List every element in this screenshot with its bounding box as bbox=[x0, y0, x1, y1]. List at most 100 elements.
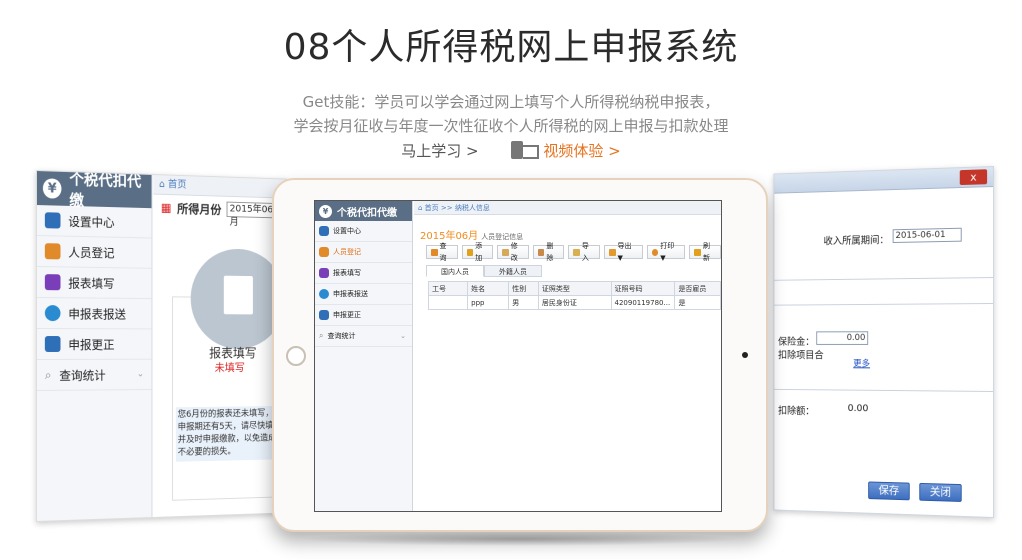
button-label: 修改 bbox=[510, 242, 518, 262]
sidebar-item-correct[interactable]: 申报更正 bbox=[315, 305, 412, 326]
video-link-label: 视频体验 > bbox=[543, 142, 621, 160]
search-icon bbox=[431, 248, 438, 256]
month-label: 所得月份 bbox=[177, 201, 222, 217]
left-app-screenshot: ¥ 个税代扣代缴 设置中心 人员登记 报表填写 申报表报送 申报更正 ⌕ 查询统计 ⌄… bbox=[36, 170, 287, 522]
report-form-icon bbox=[190, 248, 286, 349]
column-header[interactable]: 证照号码 bbox=[610, 281, 676, 296]
import-button[interactable]: 导入 bbox=[568, 242, 600, 262]
divider bbox=[774, 276, 994, 281]
action-links: 马上学习 > 视频体验 > bbox=[0, 140, 1022, 161]
column-header[interactable]: 是否雇员 bbox=[674, 281, 721, 296]
period-label: 收入所属期间： bbox=[823, 235, 889, 248]
app-brand: ¥ 个税代扣代缴 bbox=[36, 170, 152, 209]
sidebar-item-people[interactable]: 人员登记 bbox=[315, 242, 412, 263]
camera-dot bbox=[742, 352, 748, 358]
table-cell: 居民身份证 bbox=[537, 295, 612, 310]
personnel-table: 工号 姓名 性别 证照类型 证照号码 是否雇员 ppp 男 居民身份证 4209… bbox=[427, 281, 721, 310]
column-header[interactable]: 证照类型 bbox=[537, 281, 612, 296]
period-input[interactable]: 2015-06-01 bbox=[892, 227, 962, 244]
column-header[interactable]: 性别 bbox=[508, 281, 539, 296]
sidebar-item-query[interactable]: ⌕ 查询统计 ⌄ bbox=[315, 326, 412, 347]
button-label: 导入 bbox=[581, 242, 589, 262]
export-icon bbox=[608, 248, 616, 256]
sidebar-item-people[interactable]: 人员登记 bbox=[36, 236, 152, 269]
table-cell: 42090119780... bbox=[610, 295, 676, 310]
add-button[interactable]: 添加 bbox=[461, 242, 494, 262]
close-icon[interactable]: x bbox=[959, 169, 988, 186]
print-icon bbox=[651, 248, 659, 256]
import-icon bbox=[573, 248, 580, 256]
yen-icon: ¥ bbox=[319, 204, 332, 218]
button-label: 删除 bbox=[546, 242, 554, 262]
home-button bbox=[286, 346, 306, 366]
people-icon bbox=[319, 247, 329, 257]
sidebar-item-report[interactable]: 报表填写 bbox=[36, 267, 152, 300]
left-sidebar: ¥ 个税代扣代缴 设置中心 人员登记 报表填写 申报表报送 申报更正 ⌕ 查询统计 ⌄ bbox=[36, 170, 153, 521]
button-label: 打印 ▼ bbox=[660, 242, 675, 262]
divider bbox=[774, 388, 994, 393]
screen-main: ⌂ 首页 >> 纳税人信息 2015年06月 人员登记信息 查询 添加 修改 删除… bbox=[414, 201, 721, 511]
tablet-screen: ¥ 个税代扣代缴 设置中心 人员登记 报表填写 申报表报送 申报更正 ⌕ 查询统计 ⌄… bbox=[314, 200, 722, 512]
table-cell: 男 bbox=[508, 295, 539, 310]
video-link[interactable]: 视频体验 > bbox=[511, 141, 621, 160]
sidebar-item-send[interactable]: 申报表报送 bbox=[315, 284, 412, 305]
subtitle-line-2: 学会按月征收与年度一次性征收个人所得税的网上申报与扣款处理 bbox=[293, 117, 729, 135]
sidebar-item-label: 人员登记 bbox=[68, 245, 115, 260]
sidebar-item-label: 查询统计 bbox=[59, 368, 106, 383]
sidebar-item-label: 设置中心 bbox=[333, 227, 361, 235]
close-button[interactable]: 关闭 bbox=[919, 482, 962, 502]
home-icon: ⌂ bbox=[159, 179, 168, 191]
table-header-row: 工号 姓名 性别 证照类型 证照号码 是否雇员 bbox=[427, 281, 721, 296]
column-header[interactable]: 工号 bbox=[427, 281, 469, 296]
insurance-input[interactable]: 0.00 bbox=[816, 331, 869, 345]
table-cell bbox=[427, 295, 469, 310]
edit-icon bbox=[319, 310, 329, 320]
sidebar-item-query[interactable]: ⌕ 查询统计 ⌄ bbox=[36, 359, 152, 391]
breadcrumb-home[interactable]: 首页 bbox=[168, 179, 187, 190]
sidebar-item-label: 申报更正 bbox=[333, 311, 361, 319]
sidebar-item-settings[interactable]: 设置中心 bbox=[315, 221, 412, 242]
save-button[interactable]: 保存 bbox=[868, 481, 910, 501]
people-icon bbox=[44, 243, 61, 260]
send-icon bbox=[44, 305, 61, 322]
breadcrumb: ⌂ 首页 bbox=[153, 175, 287, 199]
tab-domestic[interactable]: 国内人员 bbox=[426, 265, 484, 277]
table-row[interactable]: ppp 男 居民身份证 42090119780... 是 bbox=[427, 295, 721, 310]
right-app-screenshot: x 收入所属期间： 2015-06-01 保险金： 0.00 扣除项目合 更多 … bbox=[773, 166, 994, 518]
learn-now-link[interactable]: 马上学习 > bbox=[401, 142, 478, 160]
export-button[interactable]: 导出 ▼ bbox=[603, 242, 643, 262]
sidebar-item-correct[interactable]: 申报更正 bbox=[36, 329, 152, 360]
report-icon bbox=[319, 268, 329, 278]
button-label: 导出 ▼ bbox=[617, 242, 632, 262]
sidebar-item-send[interactable]: 申报表报送 bbox=[36, 298, 152, 330]
query-button[interactable]: 查询 bbox=[426, 242, 458, 262]
button-label: 刷新 bbox=[702, 242, 710, 262]
delete-button[interactable]: 删除 bbox=[532, 242, 565, 262]
sidebar-item-label: 报表填写 bbox=[333, 269, 361, 277]
app-brand-label: 个税代扣代缴 bbox=[337, 207, 397, 219]
chevron-down-icon: ⌄ bbox=[400, 332, 406, 340]
table-cell: ppp bbox=[467, 295, 510, 310]
left-main: ⌂ 首页 ▦ 所得月份 2015年06月 报表填写 未填写 您6月份的报表还未填写，… bbox=[153, 175, 287, 517]
total-value: 0.00 bbox=[847, 403, 869, 415]
insurance-label: 保险金： bbox=[778, 337, 815, 348]
refresh-button[interactable]: 刷新 bbox=[689, 242, 721, 262]
column-header[interactable]: 姓名 bbox=[467, 281, 510, 296]
app-brand-label: 个税代扣代缴 bbox=[69, 170, 142, 210]
more-link[interactable]: 更多 bbox=[853, 357, 870, 370]
film-reel-icon bbox=[511, 141, 540, 159]
tablet-shadow bbox=[300, 532, 740, 546]
reminder-note: 您6月份的报表还未填写，离申报期还有5天，请尽快填写并及时申报缴款，以免造成不必… bbox=[175, 405, 286, 462]
month-heading: 2015年06月 人员登记信息 bbox=[420, 227, 523, 242]
button-label: 查询 bbox=[439, 242, 447, 262]
tab-foreign[interactable]: 外籍人员 bbox=[484, 265, 542, 277]
yen-icon: ¥ bbox=[42, 178, 62, 199]
page-subtitle: Get技能：学员可以学会通过网上填写个人所得税纳税申报表， 学会按月征收与年度一… bbox=[0, 90, 1022, 138]
sidebar-item-report[interactable]: 报表填写 bbox=[315, 263, 412, 284]
breadcrumb-path[interactable]: 首页 >> 纳税人信息 bbox=[425, 204, 490, 212]
edit-button[interactable]: 修改 bbox=[497, 242, 529, 262]
print-button[interactable]: 打印 ▼ bbox=[646, 242, 686, 262]
tablet-device: ¥ 个税代扣代缴 设置中心 人员登记 报表填写 申报表报送 申报更正 ⌕ 查询统计 ⌄… bbox=[272, 178, 768, 532]
card-status: 未填写 bbox=[214, 361, 245, 374]
toolbar: 查询 添加 修改 删除 导入 导出 ▼ 打印 ▼ 刷新 bbox=[426, 242, 721, 262]
